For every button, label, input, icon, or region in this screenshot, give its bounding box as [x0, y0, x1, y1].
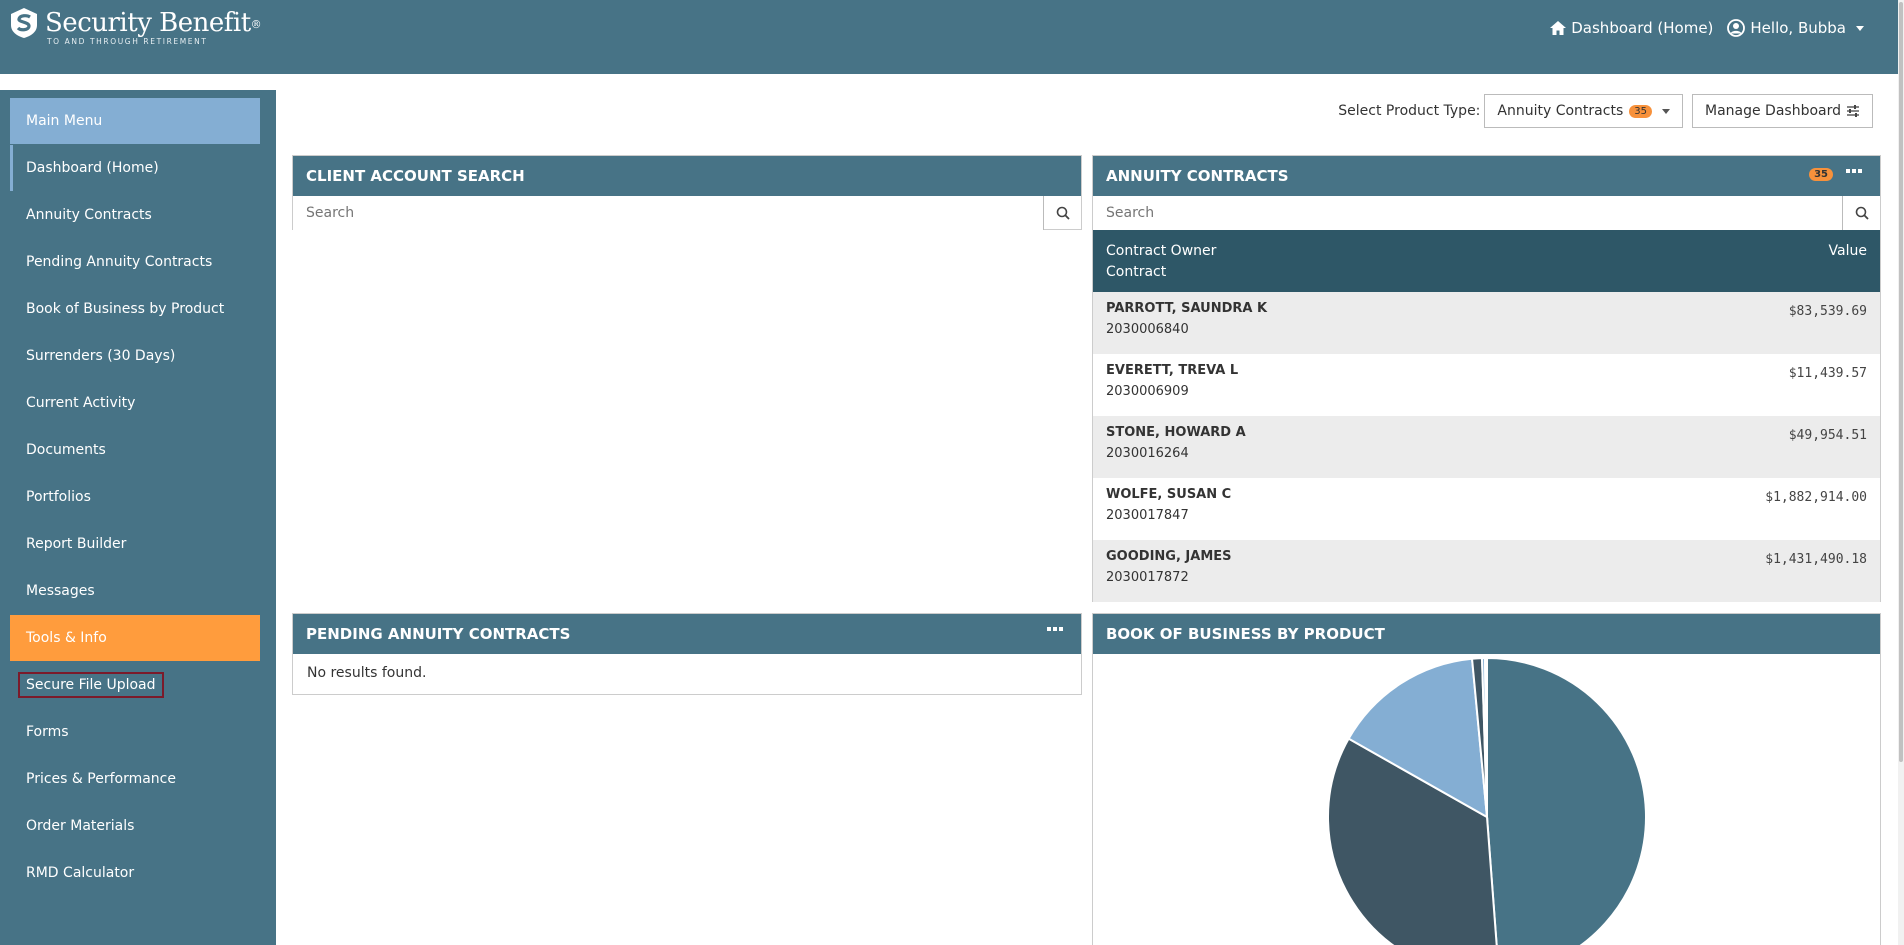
- home-icon: [1550, 21, 1567, 35]
- user-circle-icon: [1727, 19, 1746, 37]
- sidebar-item-tools-info[interactable]: Tools & Info: [10, 615, 260, 661]
- sidebar-item-main-menu[interactable]: Main Menu: [10, 98, 260, 144]
- panel-title: PENDING ANNUITY CONTRACTS: [306, 625, 571, 643]
- panel-title: ANNUITY CONTRACTS: [1106, 167, 1289, 185]
- client-search-row: [293, 196, 1081, 230]
- sidebar-item-documents[interactable]: Documents: [10, 427, 260, 473]
- sliders-icon: [1847, 105, 1859, 117]
- table-row[interactable]: STONE, HOWARD A 2030016264 $49,954.51: [1093, 416, 1880, 478]
- sidebar-item-dashboard[interactable]: Dashboard (Home): [10, 145, 260, 191]
- sidebar-item-pending-annuity-contracts[interactable]: Pending Annuity Contracts: [10, 239, 260, 285]
- manage-dashboard-button[interactable]: Manage Dashboard: [1691, 94, 1873, 128]
- contract-number: 2030006840: [1106, 322, 1189, 337]
- sidebar-item-portfolios[interactable]: Portfolios: [10, 474, 260, 520]
- contract-number: 2030017847: [1106, 508, 1189, 523]
- contract-owner: EVERETT, TREVA L: [1106, 363, 1239, 378]
- table-row[interactable]: WOLFE, SUSAN C 2030017847 $1,882,914.00: [1093, 478, 1880, 540]
- contract-owner: PARROTT, SAUNDRA K: [1106, 301, 1268, 316]
- product-count-badge: 35: [1629, 104, 1652, 118]
- pending-annuity-contracts-panel: PENDING ANNUITY CONTRACTS No results fou…: [292, 613, 1082, 695]
- dashboard-home-label: Dashboard (Home): [1571, 19, 1714, 37]
- top-header: Security Benefit® TO AND THROUGH RETIREM…: [0, 0, 1898, 74]
- column-value[interactable]: Value: [1829, 241, 1867, 262]
- contract-value: $49,954.51: [1788, 428, 1867, 443]
- annuity-search-row: [1093, 196, 1880, 230]
- contract-number: 2030006909: [1106, 384, 1189, 399]
- security-benefit-logo-icon: [11, 8, 37, 38]
- top-navigation: Dashboard (Home) Hello, Bubba: [1536, 19, 1864, 37]
- client-account-search-panel: CLIENT ACCOUNT SEARCH: [292, 155, 1082, 230]
- sidebar-item-annuity-contracts[interactable]: Annuity Contracts: [10, 192, 260, 238]
- brand-name: Security Benefit: [45, 8, 251, 38]
- sidebar-item-prices-performance[interactable]: Prices & Performance: [10, 756, 260, 802]
- contract-number: 2030016264: [1106, 446, 1189, 461]
- contract-owner: GOODING, JAMES: [1106, 549, 1232, 564]
- sidebar-item-current-activity[interactable]: Current Activity: [10, 380, 260, 426]
- contract-owner: STONE, HOWARD A: [1106, 425, 1246, 440]
- contract-value: $1,882,914.00: [1765, 490, 1867, 505]
- contract-value: $83,539.69: [1788, 304, 1867, 319]
- manage-dashboard-label: Manage Dashboard: [1704, 103, 1841, 119]
- chevron-down-icon: [1661, 108, 1670, 114]
- contract-owner: WOLFE, SUSAN C: [1106, 487, 1232, 502]
- product-type-select[interactable]: Annuity Contracts 35: [1484, 94, 1683, 128]
- contract-number: 2030017872: [1106, 570, 1189, 585]
- client-search-button[interactable]: [1043, 196, 1081, 230]
- registered-mark: ®: [250, 18, 262, 31]
- contract-value: $1,431,490.18: [1765, 552, 1867, 567]
- scrollbar-thumb[interactable]: [1899, 2, 1903, 762]
- table-row[interactable]: EVERETT, TREVA L 2030006909 $11,439.57: [1093, 354, 1880, 416]
- panel-title: CLIENT ACCOUNT SEARCH: [293, 156, 1081, 196]
- annuity-search-button[interactable]: [1842, 196, 1880, 230]
- sidebar-item-surrenders[interactable]: Surrenders (30 Days): [10, 333, 260, 379]
- sidebar-item-secure-file-upload[interactable]: Secure File Upload: [10, 662, 260, 708]
- sidebar-item-messages[interactable]: Messages: [10, 568, 260, 614]
- user-greeting: Hello, Bubba: [1750, 19, 1846, 37]
- annuity-search-input[interactable]: [1093, 196, 1842, 230]
- table-row[interactable]: PARROTT, SAUNDRA K 2030006840 $83,539.69: [1093, 292, 1880, 354]
- more-options-icon[interactable]: [1045, 627, 1063, 631]
- no-results-message: No results found.: [307, 665, 427, 681]
- page-scrollbar[interactable]: [1898, 0, 1904, 945]
- chevron-down-icon: [1856, 25, 1864, 31]
- contract-value: $11,439.57: [1788, 366, 1867, 381]
- more-options-icon[interactable]: [1844, 169, 1862, 173]
- annuity-count-badge: 35: [1809, 168, 1833, 181]
- product-toolbar: Select Product Type: Annuity Contracts 3…: [1338, 94, 1873, 128]
- column-contract-owner[interactable]: Contract Owner: [1106, 241, 1867, 262]
- table-row[interactable]: GOODING, JAMES 2030017872 $1,431,490.18: [1093, 540, 1880, 602]
- annuity-contracts-panel: ANNUITY CONTRACTS 35 Contract Owner Cont…: [1092, 155, 1881, 602]
- product-type-value: Annuity Contracts: [1497, 103, 1624, 119]
- pie-slice[interactable]: [1486, 656, 1647, 945]
- dashboard-home-link[interactable]: Dashboard (Home): [1550, 19, 1713, 37]
- brand-logo[interactable]: Security Benefit® TO AND THROUGH RETIREM…: [9, 7, 262, 46]
- sidebar: Main Menu Dashboard (Home) Annuity Contr…: [0, 90, 276, 945]
- sidebar-item-book-of-business[interactable]: Book of Business by Product: [10, 286, 260, 332]
- client-search-input[interactable]: [293, 196, 1043, 230]
- search-icon: [1855, 206, 1869, 220]
- sidebar-item-order-materials[interactable]: Order Materials: [10, 803, 260, 849]
- user-menu[interactable]: Hello, Bubba: [1727, 19, 1864, 37]
- panel-title: BOOK OF BUSINESS BY PRODUCT: [1093, 614, 1880, 654]
- column-contract[interactable]: Contract: [1106, 262, 1867, 283]
- sidebar-item-forms[interactable]: Forms: [10, 709, 260, 755]
- product-type-label: Select Product Type:: [1338, 103, 1481, 119]
- book-of-business-panel: BOOK OF BUSINESS BY PRODUCT: [1092, 613, 1881, 945]
- book-of-business-pie-chart: [1327, 656, 1647, 945]
- sidebar-item-rmd-calculator[interactable]: RMD Calculator: [10, 850, 260, 896]
- table-header: Contract Owner Contract Value: [1093, 230, 1880, 292]
- sidebar-item-report-builder[interactable]: Report Builder: [10, 521, 260, 567]
- search-icon: [1056, 206, 1070, 220]
